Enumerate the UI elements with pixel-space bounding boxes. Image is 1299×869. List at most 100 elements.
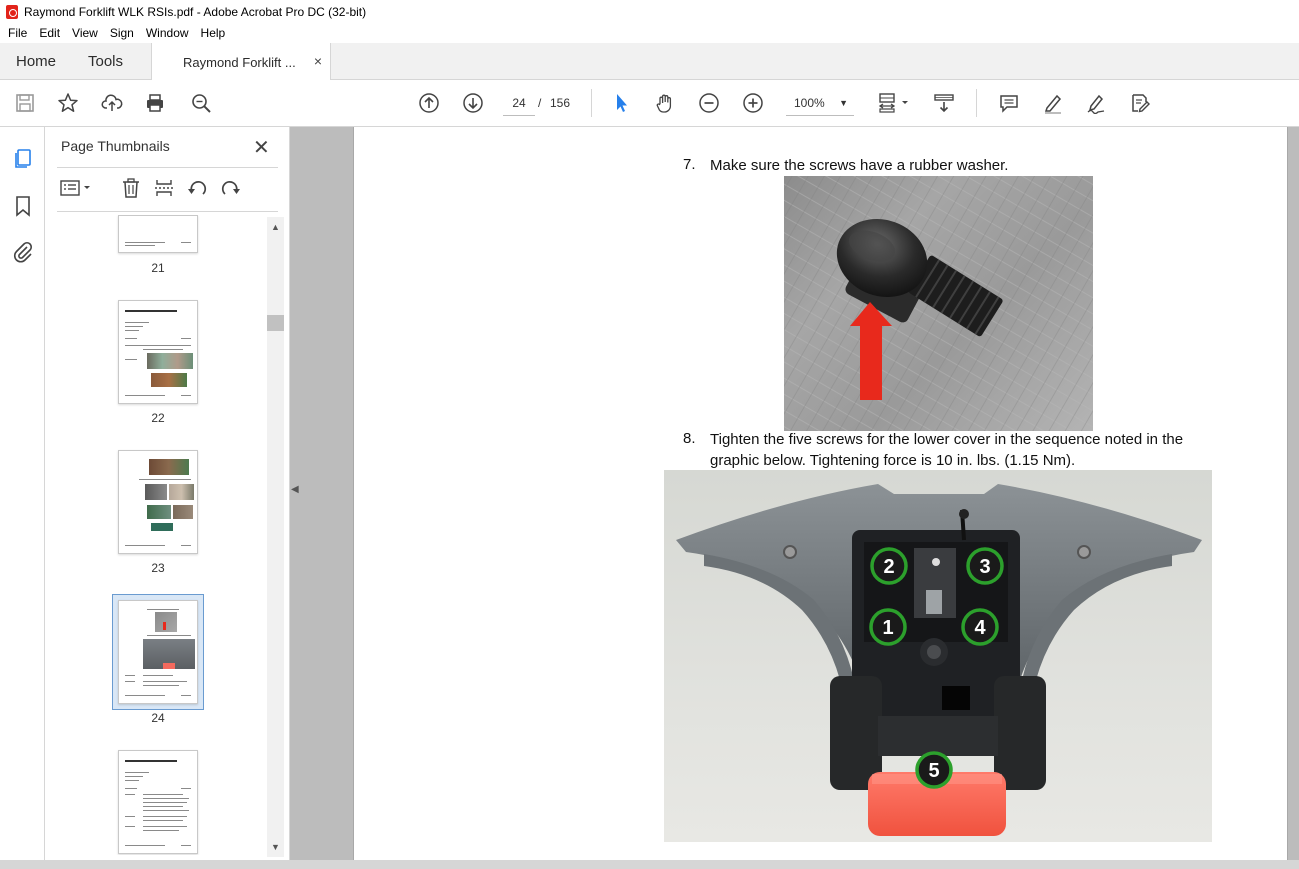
scroll-down-icon[interactable]: ▼ — [267, 839, 284, 855]
tab-bar: Home Tools Raymond Forklift ... × — [0, 43, 1299, 81]
tab-close-icon[interactable]: × — [314, 53, 322, 69]
zoom-level-value: 100% — [794, 96, 825, 110]
scroll-up-icon[interactable]: ▲ — [267, 219, 284, 235]
thumbnail-page-selected[interactable] — [118, 600, 198, 704]
edit-icon[interactable] — [1127, 90, 1153, 116]
thumb-text-line — [181, 695, 191, 696]
thumb-text-line — [125, 545, 165, 546]
thumb-text-line — [181, 395, 191, 396]
thumb-text-line — [125, 776, 143, 777]
insert-page-icon[interactable] — [153, 177, 177, 201]
thumb-text-line — [125, 245, 155, 246]
panel-divider — [57, 211, 278, 212]
page-total: 156 — [550, 96, 571, 110]
thumb-text-line — [125, 681, 135, 682]
sign-icon[interactable] — [1083, 90, 1109, 116]
search-zoom-icon[interactable] — [188, 90, 214, 116]
callout-1: 1 — [882, 617, 893, 639]
tab-tools[interactable]: Tools — [88, 43, 123, 80]
left-rail — [0, 127, 45, 860]
step-7: 7. Make sure the screws have a rubber wa… — [683, 156, 1223, 178]
thumb-text-line — [143, 349, 183, 350]
thumb-text-line — [125, 772, 149, 773]
thumbnail-scrollbar[interactable]: ▲ ▼ — [267, 217, 284, 857]
thumbnail-page[interactable] — [118, 450, 198, 554]
thumb-text-line — [147, 635, 191, 636]
menu-file[interactable]: File — [2, 26, 33, 40]
thumb-text-line — [125, 826, 135, 827]
rotate-right-icon[interactable] — [220, 177, 244, 201]
scroll-mode-icon[interactable] — [931, 90, 957, 116]
thumb-photo — [143, 639, 195, 669]
tab-document-label: Raymond Forklift ... — [183, 54, 296, 70]
thumb-text-line — [181, 545, 191, 546]
tab-document[interactable]: Raymond Forklift ... × — [151, 43, 331, 81]
thumb-text-line — [125, 338, 137, 339]
step-text-line1: Tighten the five screws for the lower co… — [710, 431, 1184, 448]
menu-edit[interactable]: Edit — [33, 26, 66, 40]
menu-view[interactable]: View — [66, 26, 104, 40]
thumbnail-list: 21 22 23 24 — [45, 215, 267, 855]
star-icon[interactable] — [55, 90, 81, 116]
thumb-photo — [155, 612, 177, 632]
page-thumbnails-icon[interactable] — [11, 147, 35, 171]
panel-title: Page Thumbnails — [61, 138, 170, 154]
pdf-app-icon — [6, 4, 18, 19]
thumb-text-line — [125, 675, 135, 676]
scrollbar-thumb[interactable] — [267, 315, 284, 331]
thumbnail-page[interactable] — [118, 750, 198, 854]
step-text-line2: graphic below. Tightening force is 10 in… — [710, 452, 1076, 469]
rotate-left-icon[interactable] — [186, 177, 210, 201]
print-icon[interactable] — [142, 90, 168, 116]
thumb-text-line — [125, 816, 135, 817]
thumb-text-line — [139, 479, 191, 480]
thumb-text-line — [143, 802, 187, 803]
select-cursor-icon[interactable] — [608, 90, 634, 116]
taskbar-strip — [0, 860, 1299, 869]
hand-icon[interactable] — [652, 90, 678, 116]
comment-icon[interactable] — [996, 90, 1022, 116]
thumb-text-line — [125, 326, 143, 327]
trash-icon[interactable] — [120, 177, 144, 201]
close-icon[interactable]: ✕ — [253, 135, 270, 160]
upload-icon[interactable] — [99, 90, 125, 116]
thumbnail-label: 24 — [151, 711, 165, 725]
thumb-text-line — [125, 780, 139, 781]
callout-3: 3 — [979, 556, 990, 578]
thumbnail-page[interactable] — [118, 215, 198, 253]
options-menu-icon[interactable] — [59, 177, 99, 201]
fit-page-icon[interactable] — [876, 90, 912, 116]
collapse-panel-icon[interactable]: ◀ — [291, 484, 299, 495]
zoom-out-icon[interactable] — [696, 90, 722, 116]
thumbnail-label: 22 — [151, 411, 165, 425]
title-bar: Raymond Forklift WLK RSIs.pdf - Adobe Ac… — [0, 0, 1299, 23]
tab-home[interactable]: Home — [16, 43, 56, 80]
arrow-up-icon[interactable] — [416, 90, 442, 116]
thumb-photo — [147, 505, 171, 519]
menu-window[interactable]: Window — [140, 26, 195, 40]
thumb-photo — [169, 484, 194, 500]
zoom-in-icon[interactable] — [740, 90, 766, 116]
zoom-level-select[interactable]: 100% ▼ — [786, 90, 854, 116]
menu-bar: File Edit View Sign Window Help — [0, 23, 1299, 43]
highlight-icon[interactable] — [1040, 90, 1066, 116]
menu-help[interactable]: Help — [195, 26, 232, 40]
step-text: Make sure the screws have a rubber washe… — [710, 157, 1009, 174]
attachment-icon[interactable] — [11, 240, 35, 264]
screw-photo — [784, 176, 1093, 431]
thumb-heading — [125, 760, 177, 762]
thumb-photo — [173, 505, 193, 519]
menu-sign[interactable]: Sign — [104, 26, 140, 40]
thumb-text-line — [181, 788, 191, 789]
thumb-text-line — [143, 675, 173, 676]
save-icon[interactable] — [12, 90, 38, 116]
bookmark-icon[interactable] — [11, 194, 35, 218]
arrow-down-icon[interactable] — [460, 90, 486, 116]
thumb-text-line — [125, 322, 149, 323]
thumb-text-line — [125, 788, 137, 789]
thumbnail-page[interactable] — [118, 300, 198, 404]
thumb-text-line — [143, 794, 183, 795]
thumb-text-line — [147, 609, 179, 610]
page-number-input[interactable]: 24 — [503, 90, 535, 116]
main-toolbar: 24 / 156 100% ▼ — [0, 80, 1299, 127]
